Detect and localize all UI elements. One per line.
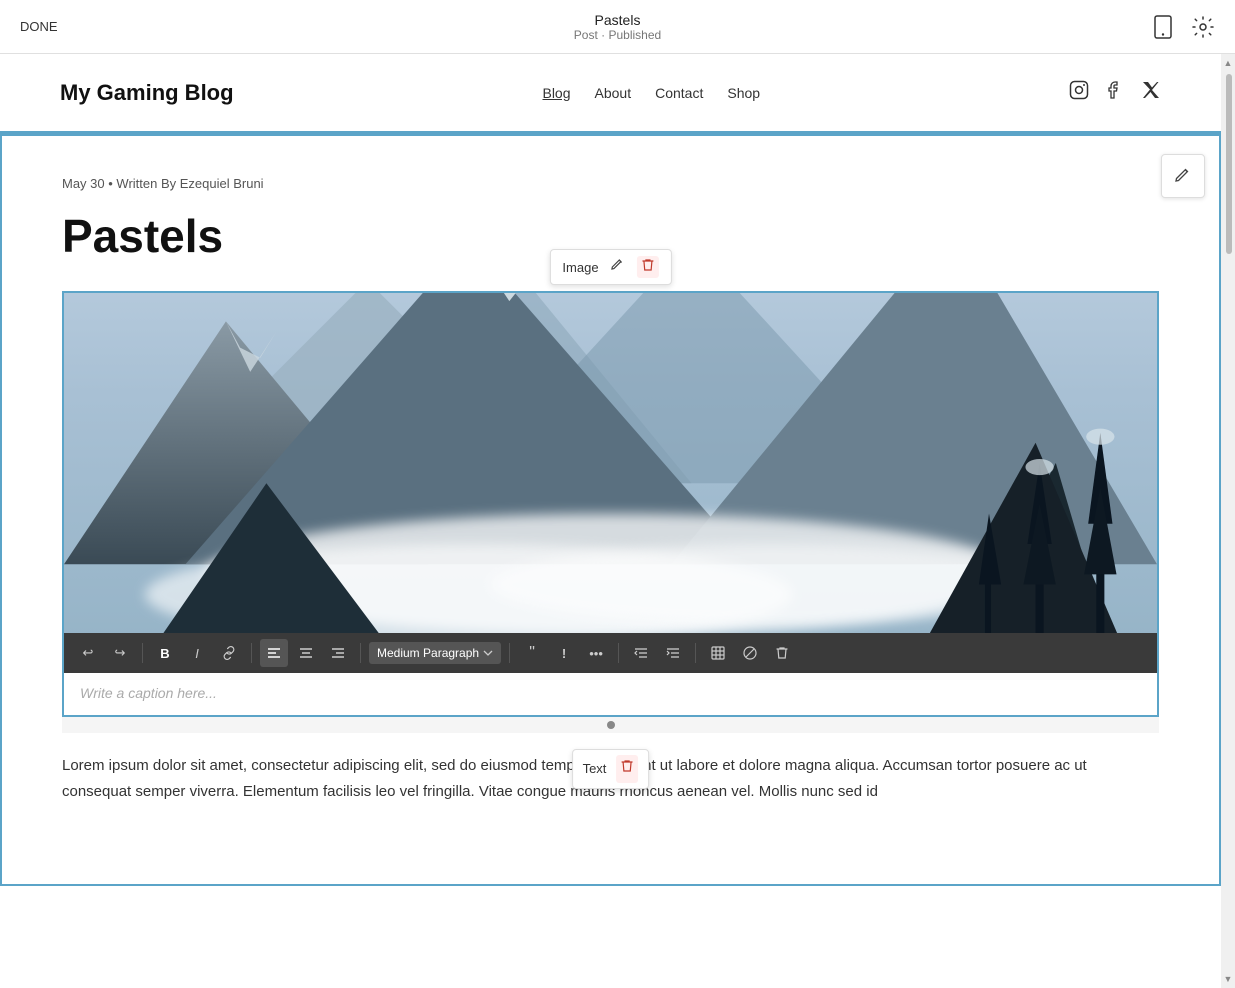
image-delete-icon[interactable] <box>637 256 659 278</box>
nav-link-shop[interactable]: Shop <box>727 85 760 101</box>
nav-links: Blog About Contact Shop <box>542 85 760 101</box>
text-block-label: Text <box>583 758 607 780</box>
scrollbar-thumb[interactable] <box>1226 74 1232 254</box>
table-button[interactable] <box>704 639 732 667</box>
italic-button[interactable]: I <box>183 639 211 667</box>
instagram-icon[interactable] <box>1069 80 1089 105</box>
align-right-button[interactable] <box>324 639 352 667</box>
site-nav: My Gaming Blog Blog About Contact Shop <box>0 54 1221 134</box>
align-center-button[interactable] <box>292 639 320 667</box>
text-formatting-toolbar: ↩ ↪ B I <box>64 633 1157 673</box>
text-block-delete[interactable] <box>616 755 638 783</box>
redo-button[interactable]: ↪ <box>106 639 134 667</box>
post-status: Post · Published <box>574 28 661 42</box>
delete-block-button[interactable] <box>768 639 796 667</box>
quote-button[interactable]: " <box>518 639 546 667</box>
post-title-topbar: Pastels <box>574 12 661 28</box>
undo-button[interactable]: ↩ <box>74 639 102 667</box>
nav-link-contact[interactable]: Contact <box>655 85 703 101</box>
image-block[interactable]: Image <box>62 291 1159 717</box>
nav-link-about[interactable]: About <box>595 85 632 101</box>
body-text-block[interactable]: Text Lorem ipsum dolor sit amet, consect… <box>62 733 1159 824</box>
link-button[interactable] <box>215 639 243 667</box>
nav-link-blog[interactable]: Blog <box>542 85 570 101</box>
content-area: My Gaming Blog Blog About Contact Shop <box>0 54 1221 988</box>
text-block-toolbar: Text <box>572 749 650 789</box>
drag-handle[interactable] <box>62 717 1159 733</box>
paragraph-style-dropdown[interactable]: Medium Paragraph <box>369 642 501 664</box>
align-left-button[interactable] <box>260 639 288 667</box>
post-info: Pastels Post · Published <box>574 12 661 42</box>
drag-dot <box>607 721 615 729</box>
edit-floating-button[interactable] <box>1161 154 1205 198</box>
image-edit-icon[interactable] <box>611 258 625 276</box>
mobile-preview-icon[interactable] <box>1151 15 1175 39</box>
post-area: May 30 • Written By Ezequiel Bruni Paste… <box>0 134 1221 886</box>
paragraph-style-label: Medium Paragraph <box>377 646 479 660</box>
post-meta: May 30 • Written By Ezequiel Bruni <box>62 176 1159 191</box>
facebook-icon[interactable] <box>1105 80 1125 105</box>
indent-button[interactable] <box>659 639 687 667</box>
image-label: Image <box>562 260 598 275</box>
twitter-icon[interactable] <box>1141 80 1161 105</box>
nav-social <box>1069 80 1161 105</box>
bold-button[interactable]: B <box>151 639 179 667</box>
top-bar-right <box>1151 15 1215 39</box>
site-logo: My Gaming Blog <box>60 80 234 106</box>
outdent-button[interactable] <box>627 639 655 667</box>
exclaim-button[interactable]: ! <box>550 639 578 667</box>
main-scroll: My Gaming Blog Blog About Contact Shop <box>0 54 1235 988</box>
mountain-image <box>64 293 1157 633</box>
caption-area[interactable]: Write a caption here... <box>64 673 1157 715</box>
scrollbar-arrow-down[interactable]: ▼ <box>1221 972 1235 986</box>
more-options-button[interactable]: ••• <box>582 639 610 667</box>
no-format-button[interactable] <box>736 639 764 667</box>
top-bar: DONE Pastels Post · Published <box>0 0 1235 54</box>
scrollbar[interactable]: ▲ ▼ <box>1221 54 1235 988</box>
done-button[interactable]: DONE <box>20 19 58 34</box>
caption-placeholder: Write a caption here... <box>80 685 217 701</box>
scrollbar-arrow-up[interactable]: ▲ <box>1221 56 1235 70</box>
image-toolbar: Image <box>549 249 671 285</box>
settings-icon[interactable] <box>1191 15 1215 39</box>
